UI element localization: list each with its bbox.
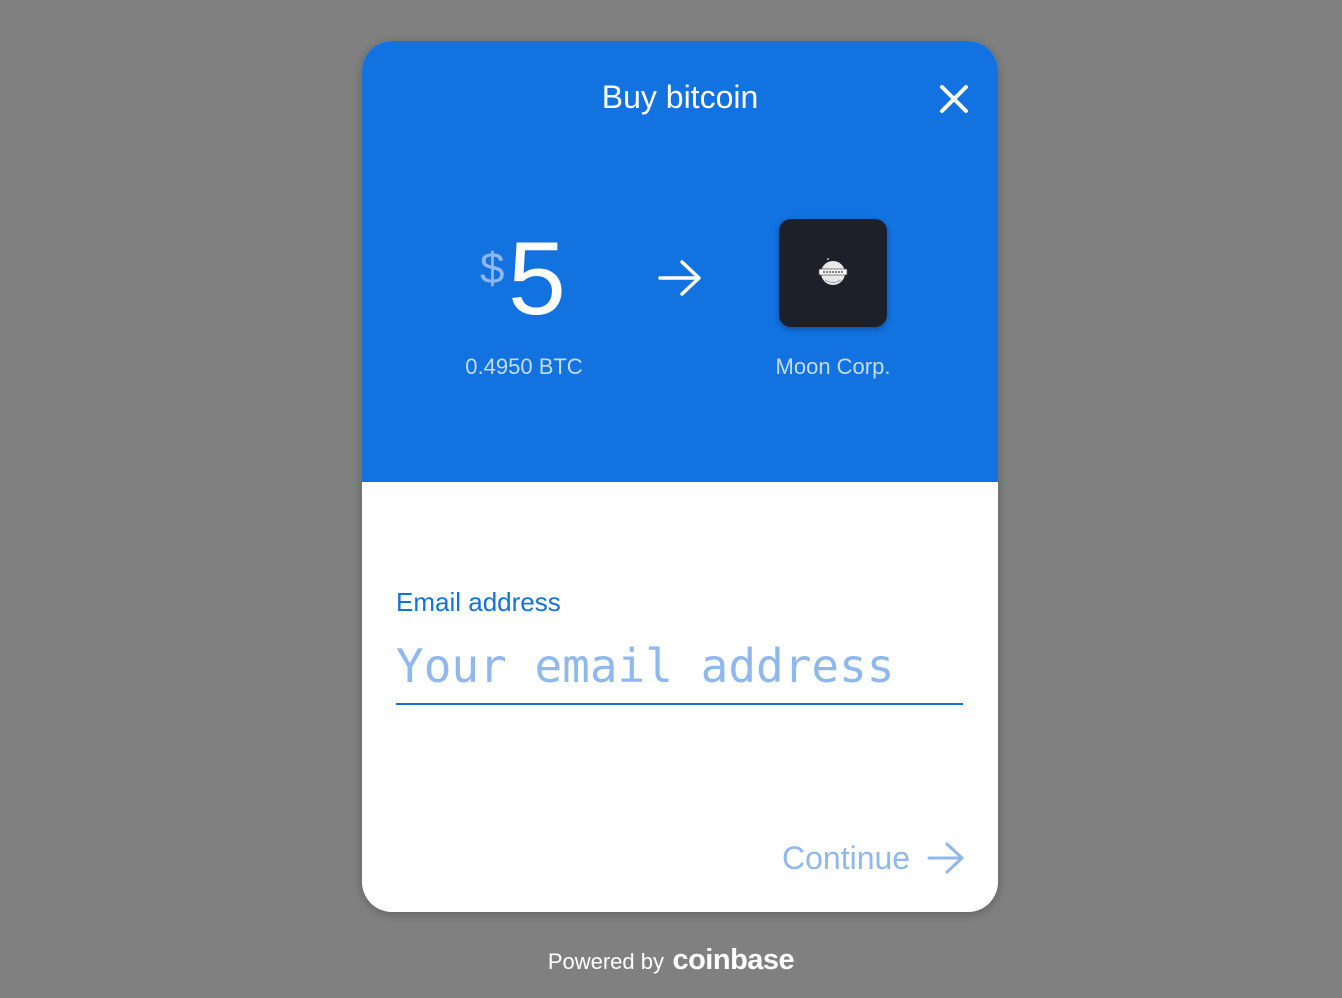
merchant-name: Moon Corp. xyxy=(775,354,891,379)
buy-bitcoin-modal: Buy bitcoin $ 5 0.4950 BTC Moon Corp. Em… xyxy=(362,41,998,912)
footer: Powered by coinbase xyxy=(0,940,1342,982)
continue-button[interactable]: Continue xyxy=(772,836,968,880)
arrow-right-icon xyxy=(658,260,701,296)
modal-header: Buy bitcoin $ 5 0.4950 BTC Moon Corp. xyxy=(362,41,998,482)
close-button[interactable] xyxy=(932,79,976,123)
amount-value: 5 xyxy=(508,221,566,337)
arrow-right-icon xyxy=(927,842,964,874)
merchant-logo xyxy=(779,219,887,327)
email-input[interactable] xyxy=(396,629,963,705)
close-icon xyxy=(940,85,968,113)
modal-title: Buy bitcoin xyxy=(601,79,759,115)
payment-amount: $ 5 xyxy=(462,221,586,337)
moon-logo-icon xyxy=(818,258,848,285)
email-label: Email address xyxy=(396,587,561,617)
continue-label: Continue xyxy=(782,840,911,876)
currency-symbol: $ xyxy=(480,244,505,293)
btc-amount: 0.4950 BTC xyxy=(465,354,583,379)
powered-by-text: Powered by xyxy=(547,949,664,974)
coinbase-logo: coinbase xyxy=(672,944,795,976)
